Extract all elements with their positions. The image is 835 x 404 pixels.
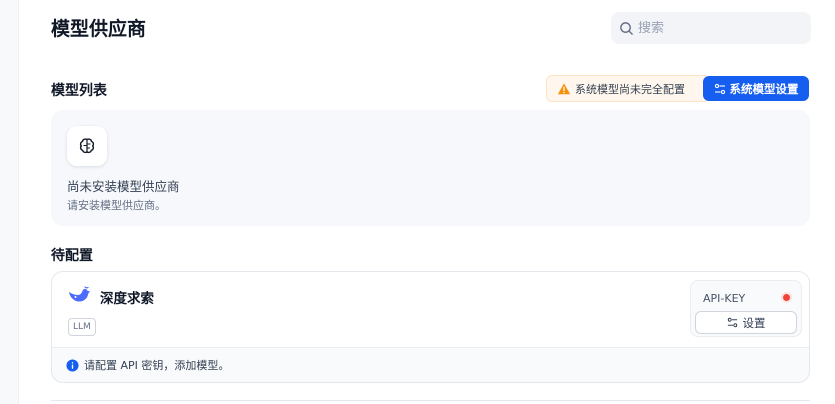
sliders-icon	[714, 83, 725, 94]
deepseek-whale-icon	[69, 286, 90, 302]
empty-state-title: 尚未安装模型供应商	[67, 179, 180, 194]
model-type-tag: LLM	[68, 318, 96, 336]
sidebar-edge	[0, 0, 19, 404]
provider-hint-text: 请配置 API 密钥，添加模型。	[84, 359, 230, 372]
section-divider	[51, 400, 810, 401]
status-dot	[783, 294, 790, 301]
brain-icon	[79, 138, 95, 154]
brain-icon-box	[67, 126, 107, 166]
search-input[interactable]	[638, 20, 798, 36]
sliders-icon	[727, 317, 737, 328]
setup-button[interactable]: 设置	[695, 311, 797, 334]
api-key-label: API-KEY	[703, 292, 746, 305]
model-list-title: 模型列表	[51, 83, 107, 99]
provider-card-deepseek: 深度求索 LLM API-KEY 设置 请配置 API 密钥，添加模型。	[51, 271, 810, 383]
settings-button-label: 系统模型设置	[729, 81, 799, 96]
provider-name: 深度求索	[100, 291, 154, 307]
empty-state-subtitle: 请安装模型供应商。	[67, 199, 166, 212]
system-model-warning: 系统模型尚未完全配置	[546, 75, 706, 102]
warning-icon	[557, 82, 571, 94]
page-title: 模型供应商	[51, 18, 147, 40]
setup-button-label: 设置	[742, 315, 766, 330]
warning-text: 系统模型尚未完全配置	[575, 82, 685, 96]
pending-config-title: 待配置	[51, 248, 93, 264]
api-key-panel: API-KEY 设置	[690, 280, 802, 337]
provider-hint: 请配置 API 密钥，添加模型。	[66, 357, 229, 373]
info-icon	[66, 358, 79, 372]
empty-state-card: 尚未安装模型供应商 请安装模型供应商。	[51, 110, 810, 226]
search-icon	[620, 21, 633, 35]
search-box[interactable]	[611, 12, 811, 44]
system-model-settings-button[interactable]: 系统模型设置	[703, 76, 809, 101]
provider-card-header: 深度求索 LLM API-KEY 设置	[52, 272, 809, 348]
